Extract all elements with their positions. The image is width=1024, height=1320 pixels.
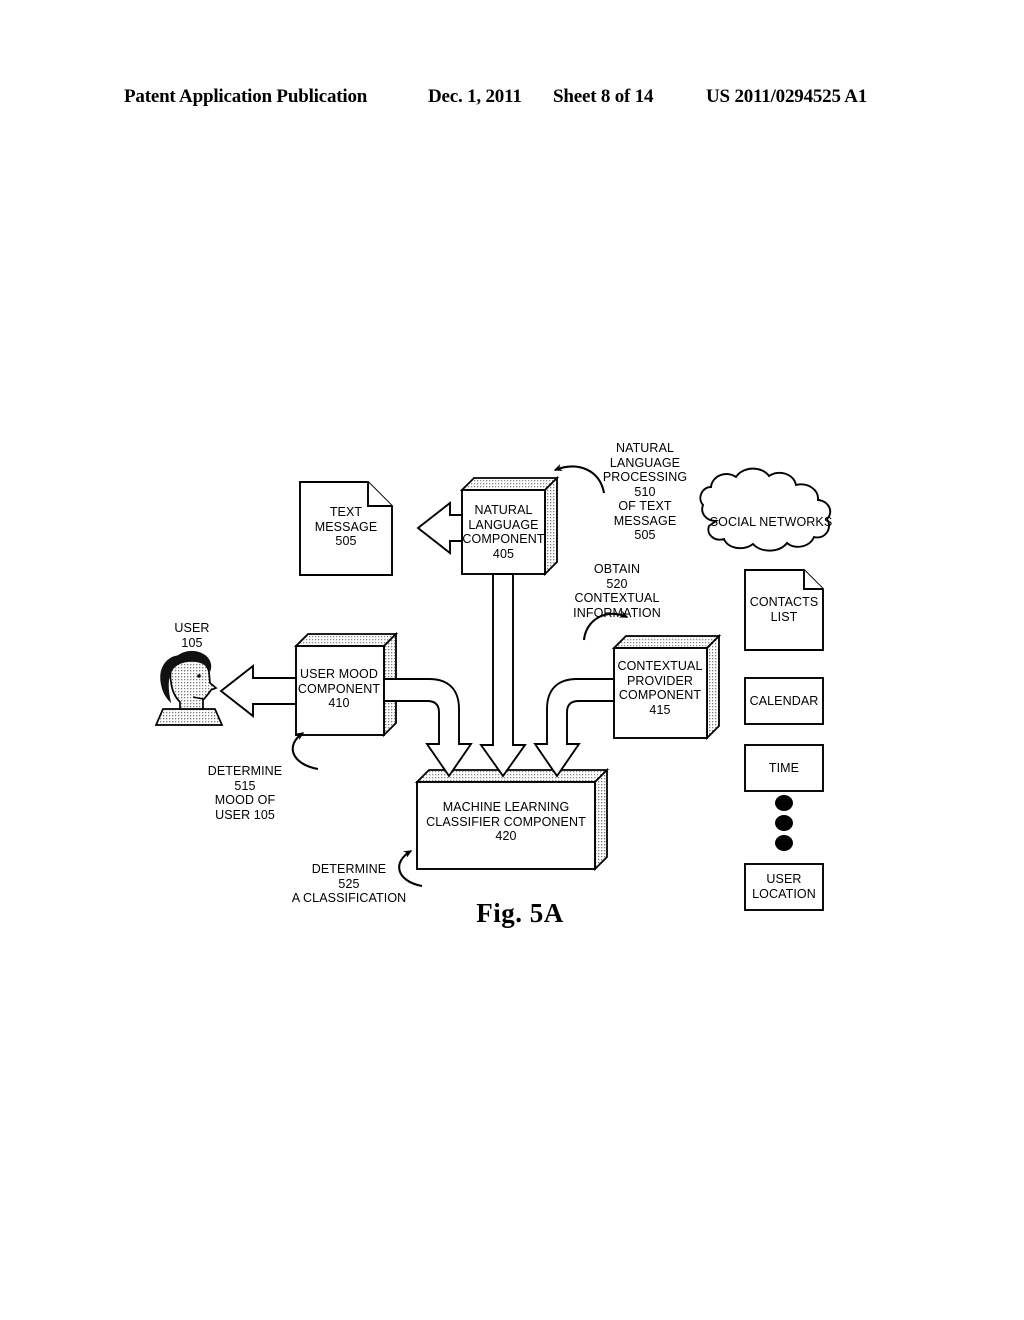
- user-person-icon-shape: [154, 650, 224, 726]
- user-location-label: USER LOCATION: [752, 872, 816, 901]
- social-networks-cloud-shape: [699, 467, 832, 552]
- social-networks-label: SOCIAL NETWORKS: [709, 515, 833, 529]
- arrow-user-mood-to-user: [219, 664, 297, 718]
- ellipsis-dots-shape: [775, 795, 793, 851]
- figure-5a: TEXT MESSAGE 505 NATURAL LANGUAGE COMPON…: [0, 0, 1024, 1320]
- determine-mood-annotation-label: DETERMINE 515 MOOD OF USER 105: [207, 764, 283, 822]
- figure-drawing: [154, 464, 832, 911]
- contacts-list-label: CONTACTS LIST: [749, 595, 819, 624]
- arrow-contextual-to-classifier: [533, 678, 615, 778]
- text-message-label: TEXT MESSAGE 505: [314, 505, 378, 548]
- arrow-user-mood-to-classifier: [383, 678, 473, 778]
- arrow-nl-to-text-message: [416, 501, 463, 555]
- natural-language-component-label: NATURAL LANGUAGE COMPONENT 405: [462, 503, 545, 561]
- user-label: USER 105: [174, 621, 210, 650]
- obtain-contextual-annotation-label: OBTAIN 520 CONTEXTUAL INFORMATION: [573, 562, 661, 620]
- determine-classification-annotation-label: DETERMINE 525 A CLASSIFICATION: [291, 862, 407, 905]
- calendar-label: CALENDAR: [749, 694, 819, 708]
- contextual-provider-component-label: CONTEXTUAL PROVIDER COMPONENT 415: [617, 659, 703, 717]
- machine-learning-classifier-component-label: MACHINE LEARNING CLASSIFIER COMPONENT 42…: [426, 800, 586, 843]
- user-mood-component-label: USER MOOD COMPONENT 410: [297, 667, 381, 710]
- time-label: TIME: [768, 761, 800, 775]
- figure-caption: Fig. 5A: [476, 898, 564, 928]
- arrow-nl-to-classifier: [479, 573, 527, 778]
- nlp-annotation-label: NATURAL LANGUAGE PROCESSING 510 OF TEXT …: [602, 441, 688, 542]
